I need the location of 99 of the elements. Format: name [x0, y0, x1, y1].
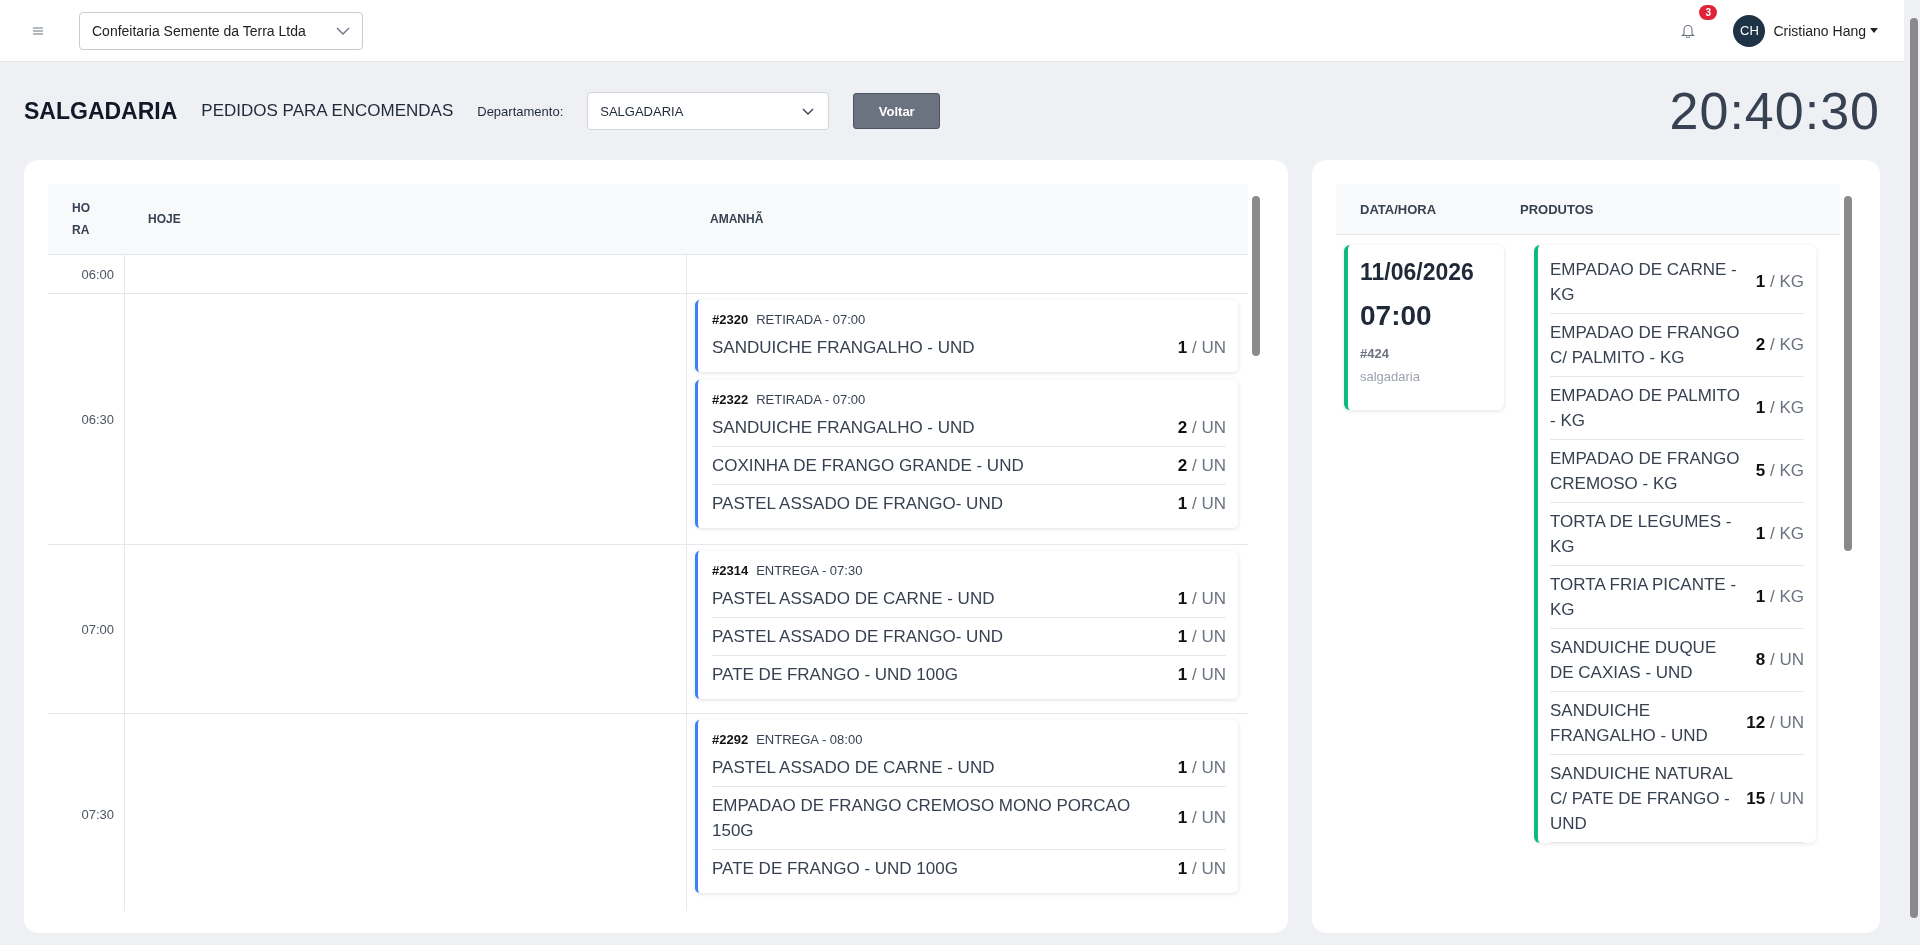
order-type: RETIRADA - 07:00: [756, 392, 866, 407]
department-label: Departamento:: [477, 103, 564, 119]
order-card[interactable]: #2320 RETIRADA - 07:00 SANDUICHE FRANGALHO - UND 1 / UN: [695, 300, 1238, 372]
order-type: ENTREGA - 07:30: [756, 563, 863, 578]
product-name: TORTA FRIA PICANTE - KG: [1550, 574, 1738, 621]
column-header: HORA: [72, 200, 91, 239]
quantity: 2: [1755, 335, 1766, 354]
company-select[interactable]: Confeitaria Semente da Terra Ltda: [79, 11, 363, 50]
column-header: DATA/HORA: [1359, 201, 1438, 217]
quantity: 1: [1177, 808, 1188, 827]
user-menu[interactable]: Cristiano Hang: [1773, 22, 1866, 39]
unit: / UN: [1192, 757, 1226, 777]
order-number: #2314: [712, 563, 749, 578]
notification-badge: 3: [1699, 5, 1717, 20]
time-slot: 06:00: [81, 266, 114, 282]
back-button[interactable]: Voltar: [853, 93, 941, 129]
product-name: SANDUICHE FRANGALHO - UND: [712, 337, 975, 359]
product-name: PATE DE FRANGO - UND 100G: [712, 664, 958, 686]
quantity: 1: [1177, 664, 1188, 684]
time-slot: 07:00: [81, 621, 114, 637]
product-name: EMPADAO DE CARNE - KG: [1550, 259, 1738, 306]
product-name: SANDUICHE DUQUE DE CAXIAS - UND: [1550, 637, 1718, 684]
order-card[interactable]: #2292 ENTREGA - 08:00 PASTEL ASSADO DE CARNE - UND 1 / UN EMPADAO DE FRANGO CREMOSO MONO PORCAO 150G 1 / UN PATE DE FRANGO - UND 100G 1 / UN: [695, 720, 1238, 893]
order-type: ENTREGA - 08:00: [756, 732, 863, 747]
unit: / UN: [1192, 417, 1226, 437]
unit: / UN: [1192, 808, 1226, 827]
order-number: #2292: [712, 732, 749, 747]
order-number: #424: [1360, 346, 1390, 361]
product-name: EMPADAO DE FRANGO CREMOSO MONO PORCAO 150G: [712, 795, 1132, 842]
quantity: 1: [1177, 626, 1188, 646]
column-header: HOJE: [148, 212, 181, 226]
unit: / UN: [1770, 788, 1804, 808]
quantity: 1: [1755, 398, 1766, 417]
quantity: 12: [1746, 713, 1766, 732]
quantity: 15: [1746, 788, 1766, 808]
unit: / KG: [1770, 398, 1804, 417]
order-number: #2322: [712, 392, 749, 407]
order-date: 11/06/2026: [1360, 259, 1475, 286]
caret-icon: [1870, 28, 1878, 33]
quantity: 1: [1755, 587, 1766, 606]
department-name: salgadaria: [1360, 369, 1421, 384]
quantity: 1: [1177, 337, 1188, 357]
unit: / KG: [1770, 461, 1804, 480]
quantity: 8: [1755, 650, 1766, 669]
product-name: TORTA DE LEGUMES - KG: [1550, 511, 1733, 558]
unit: / UN: [1192, 455, 1226, 475]
quantity: 1: [1177, 493, 1188, 513]
unit: / UN: [1770, 713, 1804, 732]
quantity: 1: [1755, 272, 1766, 291]
time-slot: 07:30: [81, 806, 114, 822]
product-name: SANDUICHE FRANGALHO - UND: [1550, 700, 1709, 747]
time-slot: 06:30: [81, 411, 114, 427]
order-number: #2320: [712, 312, 749, 327]
quantity: 1: [1177, 588, 1188, 608]
order-time: 07:00: [1360, 300, 1433, 332]
bell-icon[interactable]: [1681, 23, 1696, 38]
unit: / UN: [1192, 493, 1226, 513]
product-name: SANDUICHE NATURAL C/ PATE DE FRANGO - UND: [1550, 763, 1734, 835]
quantity: 1: [1177, 858, 1188, 878]
unit: / UN: [1192, 858, 1226, 878]
product-name: COXINHA DE FRANGO GRANDE - UND: [712, 455, 1024, 477]
column-header: AMANHÃ: [710, 212, 764, 226]
user-avatar[interactable]: CH: [1733, 14, 1766, 47]
unit: / KG: [1770, 335, 1804, 354]
unit: / UN: [1192, 664, 1226, 684]
product-name: PASTEL ASSADO DE CARNE - UND: [712, 757, 995, 779]
unit: / UN: [1192, 626, 1226, 646]
product-name: PATE DE FRANGO - UND 100G: [712, 858, 958, 880]
product-name: SANDUICHE FRANGALHO - UND: [712, 417, 975, 439]
product-name: EMPADAO DE FRANGO C/ PALMITO - KG: [1550, 322, 1740, 369]
column-header: PRODUTOS: [1520, 201, 1594, 217]
chevron-down-icon: [802, 107, 815, 115]
quantity: 1: [1755, 524, 1766, 543]
quantity: 1: [1177, 757, 1188, 777]
product-name: PASTEL ASSADO DE FRANGO- UND: [712, 626, 1003, 648]
unit: / UN: [1192, 588, 1226, 608]
product-name: EMPADAO DE FRANGO CREMOSO - KG: [1550, 448, 1740, 495]
page-subtitle: PEDIDOS PARA ENCOMENDAS: [201, 101, 454, 121]
product-name: PASTEL ASSADO DE CARNE - UND: [712, 588, 995, 610]
department-select[interactable]: SALGADARIA: [587, 92, 830, 130]
quantity: 2: [1177, 455, 1188, 475]
order-card[interactable]: #2322 RETIRADA - 07:00 SANDUICHE FRANGALHO - UND 2 / UN COXINHA DE FRANGO GRANDE - UND 2 / UN PASTEL ASSADO DE FRANGO- UND 1 / UN: [695, 380, 1238, 528]
quantity: 2: [1177, 417, 1188, 437]
unit: / KG: [1770, 524, 1804, 543]
unit: / UN: [1770, 650, 1804, 669]
clock: 20:40:30: [1669, 81, 1880, 141]
menu-icon[interactable]: [33, 26, 43, 35]
unit: / UN: [1192, 337, 1226, 357]
page-scrollbar[interactable]: [1910, 18, 1918, 918]
product-name: EMPADAO DE PALMITO - KG: [1550, 385, 1740, 432]
chevron-down-icon: [335, 26, 350, 35]
page-title: SALGADARIA: [24, 97, 178, 125]
order-card[interactable]: #2314 ENTREGA - 07:30 PASTEL ASSADO DE CARNE - UND 1 / UN PASTEL ASSADO DE FRANGO- UND 1 / UN PATE DE FRANGO - UND 100G 1 / UN: [695, 551, 1238, 699]
product-name: PASTEL ASSADO DE FRANGO- UND: [712, 493, 1003, 515]
unit: / KG: [1770, 587, 1804, 606]
order-date-card[interactable]: 11/06/2026 07:00 #424 salgadaria: [1344, 245, 1504, 410]
unit: / KG: [1770, 272, 1804, 291]
order-type: RETIRADA - 07:00: [756, 312, 866, 327]
quantity: 5: [1755, 461, 1766, 480]
